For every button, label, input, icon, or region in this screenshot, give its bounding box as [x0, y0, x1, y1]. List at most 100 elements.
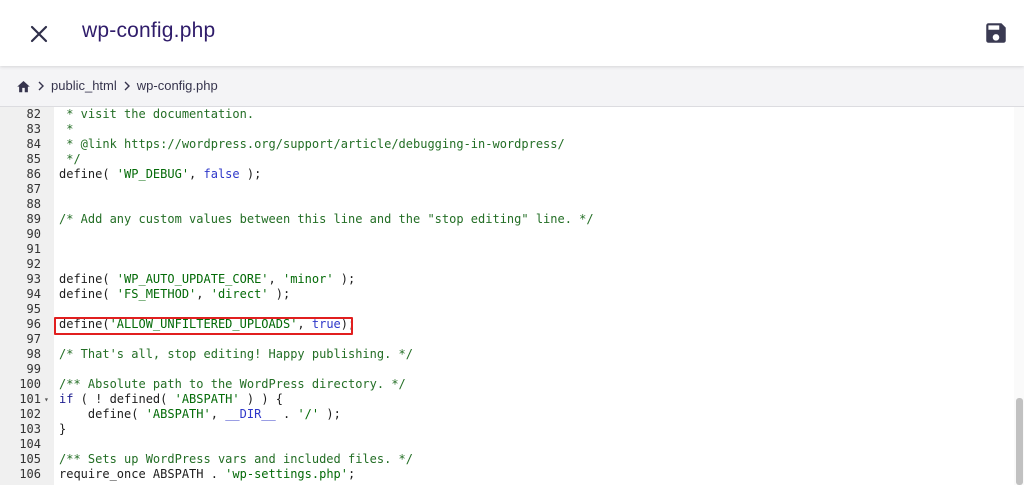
code-line[interactable]: 104 — [0, 437, 1010, 452]
line-number: 102 — [19, 407, 41, 421]
code-token: * visit the documentation. — [59, 107, 255, 121]
code-line[interactable]: 101 ▾ if ( ! defined( 'ABSPATH' ) ) { — [0, 392, 1010, 407]
code-token: require_once ABSPATH . — [59, 467, 226, 481]
code-line[interactable]: 106 require_once ABSPATH . 'wp-settings.p… — [0, 467, 1010, 482]
code-token: ); — [333, 272, 356, 286]
code-line[interactable]: 83 * — [0, 122, 1010, 137]
line-number: 100 — [19, 377, 41, 391]
code-line[interactable]: 86 define( 'WP_DEBUG', false ); — [0, 167, 1010, 182]
code-token: define( — [59, 167, 117, 181]
code-text: */ — [59, 152, 80, 167]
code-token: ); — [319, 407, 341, 421]
code-line[interactable]: 105 /** Sets up WordPress vars and includ… — [0, 452, 1010, 467]
code-line[interactable]: 89 /* Add any custom values between this … — [0, 212, 1010, 227]
home-icon[interactable] — [16, 79, 31, 93]
line-number: 85 — [26, 152, 41, 166]
code-token: * — [59, 122, 74, 136]
chevron-right-icon — [37, 81, 45, 91]
code-line[interactable]: 103} — [0, 422, 1010, 437]
line-number: 106 — [19, 467, 41, 481]
close-icon[interactable] — [26, 21, 52, 47]
breadcrumb: public_html wp-config.php — [16, 78, 218, 93]
code-line[interactable]: 93 define( 'WP_AUTO_UPDATE_CORE', 'minor'… — [0, 272, 1010, 287]
line-number: 94 — [26, 287, 41, 301]
code-line[interactable]: 100 /** Absolute path to the WordPress di… — [0, 377, 1010, 392]
line-number: 95 — [26, 302, 41, 316]
code-token: , — [189, 167, 204, 181]
code-line[interactable]: 88 — [0, 197, 1010, 212]
code-token: 'FS_METHOD' — [116, 287, 197, 301]
code-token: 'ABSPATH' — [145, 407, 211, 421]
code-line[interactable]: 94 define( 'FS_METHOD', 'direct' ); — [0, 287, 1010, 302]
code-token: false — [203, 167, 240, 181]
code-line[interactable]: 102 define( 'ABSPATH', __DIR__ . '/' ); — [0, 407, 1010, 422]
code-line[interactable]: 85 */ — [0, 152, 1010, 167]
code-line[interactable]: 95 — [0, 302, 1010, 317]
code-text: * visit the documentation. — [59, 107, 254, 122]
line-number: 92 — [26, 257, 41, 271]
code-token: /* Add any custom values between this li… — [59, 212, 594, 226]
file-title: wp-config.php — [82, 19, 216, 42]
code-editor[interactable]: 82 * visit the documentation. 83 * 84 * @l… — [0, 107, 1024, 485]
line-number: 83 — [26, 122, 41, 136]
code-token: 'wp-settings.php' — [225, 467, 348, 481]
code-line[interactable]: 92 — [0, 257, 1010, 272]
code-line[interactable]: 84 * @link https://wordpress.org/support… — [0, 137, 1010, 152]
code-text: define( 'FS_METHOD', 'direct' ); — [59, 287, 290, 302]
code-line[interactable]: 87 — [0, 182, 1010, 197]
code-line[interactable]: 99 — [0, 362, 1010, 377]
code-token: /* That's all, stop editing! Happy publi… — [59, 347, 414, 361]
line-number: 91 — [26, 242, 41, 256]
code-line[interactable]: 98 /* That's all, stop editing! Happy pub… — [0, 347, 1010, 362]
line-number: 89 — [26, 212, 41, 226]
line-number: 103 — [19, 422, 41, 436]
breadcrumb-item-current-file: wp-config.php — [136, 78, 218, 93]
line-number: 93 — [26, 272, 41, 286]
chevron-right-icon — [123, 81, 131, 91]
code-token: ); — [268, 287, 291, 301]
code-text: define( 'WP_DEBUG', false ); — [59, 167, 261, 182]
line-number: 88 — [26, 197, 41, 211]
code-token: '/' — [297, 407, 320, 421]
code-token: ); — [239, 167, 262, 181]
code-line[interactable]: 91 — [0, 242, 1010, 257]
code-text: * — [59, 122, 73, 137]
save-icon[interactable] — [983, 20, 1009, 46]
code-token: ) ) { — [239, 392, 283, 406]
code-text: /** Sets up WordPress vars and included … — [59, 452, 413, 467]
line-number: 82 — [26, 107, 41, 121]
line-number: 98 — [26, 347, 41, 361]
code-text: /** Absolute path to the WordPress direc… — [59, 377, 406, 392]
code-text: define( 'WP_AUTO_UPDATE_CORE', 'minor' )… — [59, 272, 355, 287]
code-line[interactable]: 90 — [0, 227, 1010, 242]
code-token: define( — [59, 287, 117, 301]
scrollbar-thumb[interactable] — [1016, 398, 1023, 485]
code-token: 'direct' — [210, 287, 269, 301]
code-token: /** Absolute path to the WordPress direc… — [59, 377, 406, 391]
code-token: * @link https://wordpress.org/support/ar… — [59, 137, 565, 151]
code-text: /* Add any custom values between this li… — [59, 212, 594, 227]
code-token: ( ! defined( — [73, 392, 175, 406]
code-token: define( — [59, 407, 146, 421]
line-number: 104 — [19, 437, 41, 451]
code-text: if ( ! defined( 'ABSPATH' ) ) { — [59, 392, 283, 407]
code-token: . — [275, 407, 298, 421]
code-token: define( — [59, 272, 117, 286]
code-token: /** Sets up WordPress vars and included … — [59, 452, 414, 466]
line-number: 87 — [26, 182, 41, 196]
code-token: if — [59, 392, 74, 406]
line-number: 90 — [26, 227, 41, 241]
line-number: 97 — [26, 332, 41, 346]
breadcrumb-item-public-html[interactable]: public_html — [51, 78, 117, 93]
code-token: , — [210, 407, 226, 421]
fold-arrow-icon[interactable]: ▾ — [44, 392, 49, 407]
line-number: 86 — [26, 167, 41, 181]
code-line[interactable]: 82 * visit the documentation. — [0, 107, 1010, 122]
line-number: 101 — [19, 392, 41, 406]
code-token: 'minor' — [282, 272, 334, 286]
code-token: , — [196, 287, 211, 301]
code-token: ; — [348, 467, 356, 481]
highlight-box — [54, 317, 353, 335]
code-text: require_once ABSPATH . 'wp-settings.php'… — [59, 467, 355, 482]
code-text: /* That's all, stop editing! Happy publi… — [59, 347, 413, 362]
